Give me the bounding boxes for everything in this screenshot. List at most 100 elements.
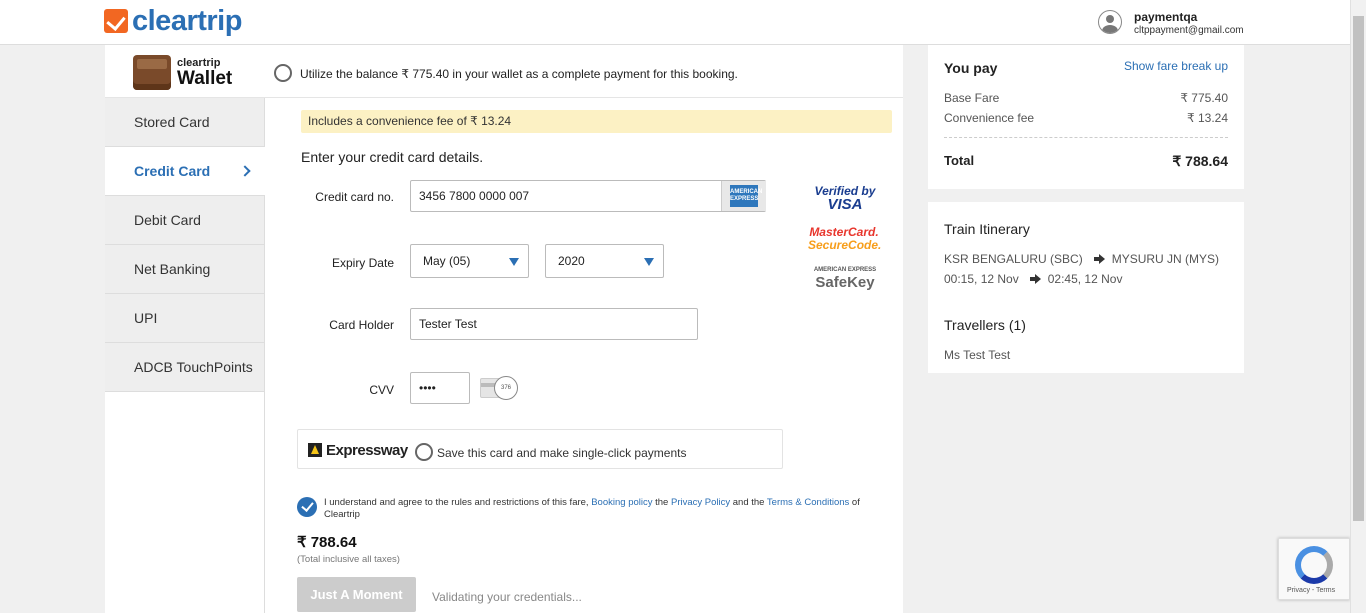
recaptcha-icon [1295, 546, 1333, 584]
expressway-icon [308, 443, 322, 457]
wallet-balance-text: Utilize the balance ₹ 775.40 in your wal… [300, 67, 738, 81]
checkmark-logo-icon [104, 9, 128, 33]
departure-time: 00:15, 12 Nov [944, 272, 1019, 286]
fare-label: Convenience fee [944, 111, 1035, 125]
expiry-month-select[interactable]: May (05) [410, 244, 529, 278]
fare-breakup-link[interactable]: Show fare break up [1124, 59, 1228, 73]
route-line: KSR BENGALURU (SBC) MYSURU JN (MYS) [944, 252, 1219, 266]
agree-text-part: and the [730, 497, 767, 508]
tab-label: ADCB TouchPoints [134, 359, 253, 375]
scrollbar-thumb[interactable] [1353, 16, 1364, 521]
form-heading: Enter your credit card details. [301, 149, 484, 165]
fare-summary: You pay Show fare break up Base Fare ₹ 7… [928, 45, 1244, 189]
agree-text-part: I understand and agree to the rules and … [324, 497, 592, 508]
traveller-name: Ms Test Test [944, 348, 1011, 362]
itinerary-title: Train Itinerary [944, 221, 1030, 237]
tab-label: UPI [134, 310, 158, 326]
fare-value: ₹ 775.40 [1180, 91, 1228, 105]
recaptcha-badge[interactable]: Privacy - Terms [1278, 538, 1350, 600]
terms-link[interactable]: Terms & Conditions [767, 497, 849, 508]
total-value: ₹ 788.64 [1172, 153, 1228, 169]
agree-text-part: the [652, 497, 671, 508]
save-card-text: Save this card and make single-click pay… [437, 446, 687, 460]
card-number-value: 3456 7800 0000 007 [419, 189, 530, 203]
cvv-label: CVV [369, 383, 394, 397]
wallet-option: cleartrip Wallet Utilize the balance ₹ 7… [105, 45, 903, 98]
cvv-input[interactable]: •••• [410, 372, 470, 404]
chevron-right-icon [239, 165, 251, 177]
pay-button[interactable]: Just A Moment [297, 577, 416, 612]
amex-logo: AMERICAN EXPRESS [730, 185, 762, 207]
expressway-title: Expressway [326, 442, 408, 459]
mc-line2: SecureCode. [808, 238, 882, 252]
card-number-label: Credit card no. [315, 190, 394, 204]
expressway-box: Expressway Save this card and make singl… [297, 429, 783, 469]
verified-by-visa-badge: Verified by VISA [809, 185, 881, 213]
header: cleartrip paymentqa cltppayment@gmail.co… [0, 0, 1350, 45]
user-menu[interactable]: paymentqa cltppayment@gmail.com [1098, 10, 1244, 37]
fare-value: ₹ 13.24 [1187, 111, 1228, 125]
fare-total-row: Total ₹ 788.64 [944, 153, 1228, 169]
mastercard-securecode-badge: MasterCard. SecureCode. [808, 226, 882, 252]
expiry-year-value: 2020 [558, 254, 585, 268]
fare-row: Base Fare ₹ 775.40 [944, 91, 1228, 105]
booking-policy-link[interactable]: Booking policy [591, 497, 652, 508]
tab-label: Net Banking [134, 261, 211, 277]
tab-net-banking[interactable]: Net Banking [105, 245, 265, 294]
save-card-radio[interactable] [415, 443, 433, 461]
time-line: 00:15, 12 Nov 02:45, 12 Nov [944, 272, 1122, 286]
sk-line1: AMERICAN EXPRESS [813, 267, 877, 273]
payable-note: (Total inclusive all taxes) [297, 554, 400, 565]
train-itinerary: Train Itinerary KSR BENGALURU (SBC) MYSU… [928, 202, 1244, 373]
destination-station: MYSURU JN (MYS) [1111, 252, 1220, 266]
fare-label: Base Fare [944, 91, 1000, 105]
cleartrip-logo[interactable]: cleartrip [104, 6, 242, 36]
tab-label: Debit Card [134, 212, 201, 228]
payment-panel: cleartrip Wallet Utilize the balance ₹ 7… [105, 45, 903, 613]
amex-card-icon: AMERICAN EXPRESS [721, 181, 766, 211]
payable-amount: ₹ 788.64 [297, 534, 357, 551]
caret-down-icon [644, 258, 654, 266]
wallet-brand: cleartrip Wallet [177, 57, 232, 89]
tab-stored-card[interactable]: Stored Card [105, 98, 265, 147]
card-holder-input[interactable]: Tester Test [410, 308, 698, 340]
card-number-input[interactable]: 3456 7800 0000 007 AMERICAN EXPRESS [410, 180, 766, 212]
arrow-right-icon [1093, 254, 1105, 264]
cvv-value: •••• [419, 381, 436, 395]
card-holder-value: Tester Test [419, 317, 477, 331]
arrival-time: 02:45, 12 Nov [1047, 272, 1123, 286]
tab-debit-card[interactable]: Debit Card [105, 196, 265, 245]
tab-label: Stored Card [134, 114, 210, 130]
travellers-title: Travellers (1) [944, 317, 1026, 333]
payment-method-tabs: Stored Card Credit Card Debit Card Net B… [105, 98, 265, 392]
caret-down-icon [509, 258, 519, 266]
tab-label: Credit Card [134, 163, 211, 179]
cvv-hint-icon: 376 [494, 376, 518, 400]
expiry-month-value: May (05) [423, 254, 471, 268]
fare-row: Convenience fee ₹ 13.24 [944, 111, 1228, 125]
card-holder-label: Card Holder [329, 318, 394, 332]
recaptcha-text[interactable]: Privacy - Terms [1287, 587, 1335, 594]
agree-checkbox[interactable] [297, 497, 317, 517]
origin-station: KSR BENGALURU (SBC) [944, 252, 1083, 266]
tabs-divider [264, 392, 265, 613]
page-scrollbar[interactable] [1350, 0, 1366, 613]
wallet-icon [133, 55, 171, 90]
summary-title: You pay [944, 60, 998, 76]
visa-line2: VISA [827, 196, 863, 213]
total-label: Total [944, 153, 975, 168]
tab-upi[interactable]: UPI [105, 294, 265, 343]
privacy-policy-link[interactable]: Privacy Policy [671, 497, 730, 508]
arrow-right-icon [1029, 274, 1041, 284]
expiry-year-select[interactable]: 2020 [545, 244, 664, 278]
logo-text: cleartrip [132, 5, 242, 37]
wallet-radio[interactable] [274, 64, 292, 82]
validating-status: Validating your credentials... [432, 590, 582, 604]
user-avatar-icon [1098, 10, 1122, 34]
sk-line2: SafeKey [815, 274, 875, 291]
tab-adcb-touchpoints[interactable]: ADCB TouchPoints [105, 343, 265, 392]
convenience-fee-note: Includes a convenience fee of ₹ 13.24 [301, 110, 892, 133]
expiry-date-label: Expiry Date [331, 256, 394, 270]
tab-credit-card[interactable]: Credit Card [105, 147, 265, 196]
wallet-brand-big: Wallet [177, 68, 233, 89]
